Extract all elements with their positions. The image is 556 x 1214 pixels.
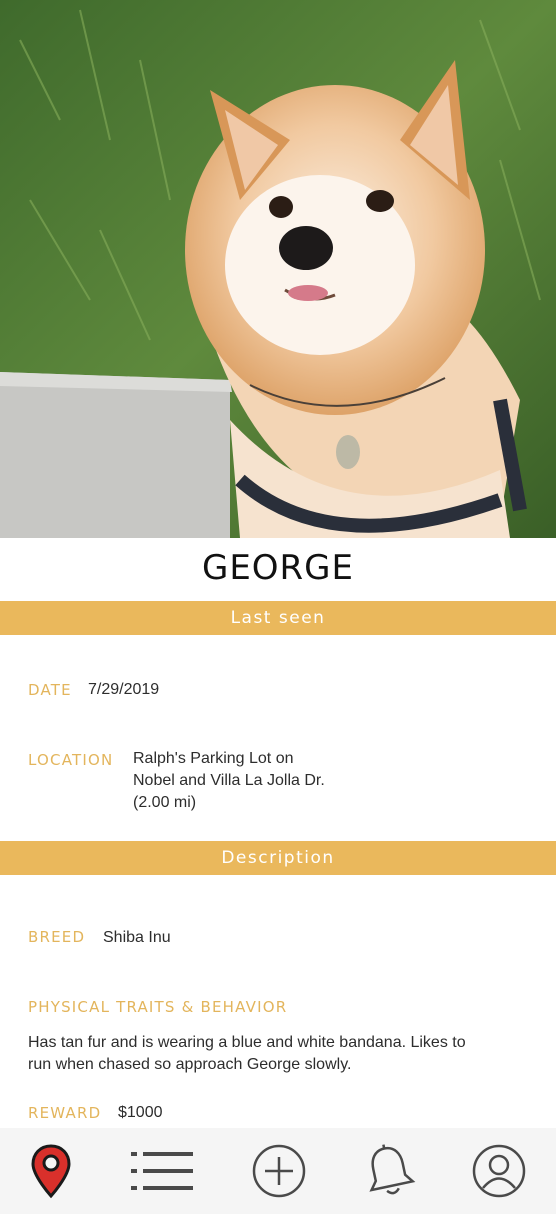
- location-label: LOCATION: [28, 751, 114, 769]
- breed-value: Shiba Inu: [103, 929, 171, 946]
- section-header-last-seen: Last seen: [0, 601, 556, 635]
- profile-icon: [472, 1144, 526, 1198]
- traits-line: Has tan fur and is wearing a blue and wh…: [28, 1034, 466, 1051]
- location-line: Nobel and Villa La Jolla Dr.: [133, 772, 325, 789]
- date-label: DATE: [28, 681, 72, 699]
- location-line: (2.00 mi): [133, 794, 197, 811]
- nav-notifications-button[interactable]: [354, 1138, 424, 1204]
- pet-photo: [0, 0, 556, 538]
- bell-icon: [369, 1144, 416, 1195]
- reward-label: REWARD: [28, 1104, 102, 1122]
- date-value: 7/29/2019: [88, 681, 160, 698]
- traits-label: PHYSICAL TRAITS & BEHAVIOR: [28, 998, 288, 1016]
- map-pin-icon: [31, 1144, 71, 1199]
- nav-list-button[interactable]: [127, 1138, 197, 1204]
- traits-value: Has tan fur and is wearing a blue and wh…: [28, 1032, 538, 1076]
- breed-label: BREED: [28, 928, 86, 946]
- nav-profile-button[interactable]: [464, 1138, 534, 1204]
- nav-map-button[interactable]: [16, 1138, 86, 1204]
- location-line: Ralph's Parking Lot on: [133, 750, 294, 767]
- traits-line: run when chased so approach George slowl…: [28, 1056, 352, 1073]
- pet-name: GEORGE: [201, 548, 355, 588]
- reward-value: $1000: [118, 1104, 163, 1121]
- bottom-nav: [0, 1128, 556, 1214]
- location-value: Ralph's Parking Lot on Nobel and Villa L…: [133, 748, 325, 814]
- nav-add-button[interactable]: [244, 1138, 314, 1204]
- section-header-description: Description: [0, 841, 556, 875]
- list-icon: [131, 1152, 193, 1190]
- add-circle-icon: [252, 1144, 306, 1198]
